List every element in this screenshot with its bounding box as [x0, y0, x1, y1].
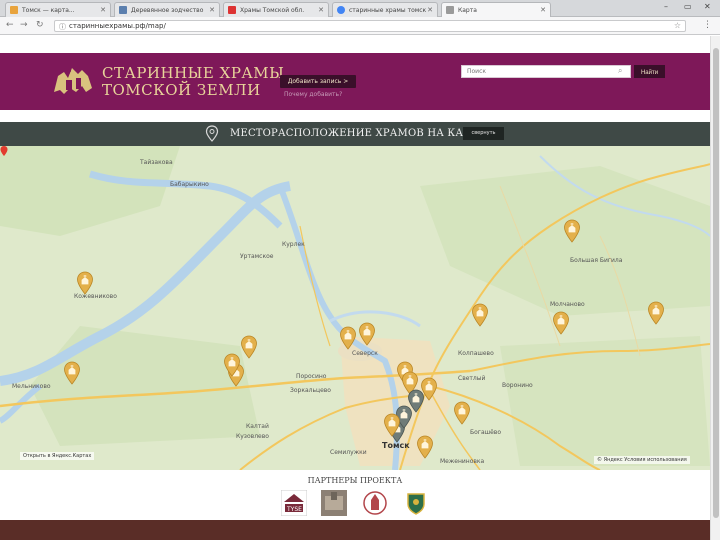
scrollbar-thumb[interactable]	[713, 48, 719, 518]
reload-icon[interactable]: ↻	[36, 20, 44, 30]
place-label: Уртамское	[240, 253, 274, 260]
address-bar: ← → ↻ ⓘ старинныехрамы.рф/map/ ☆ ⋮	[0, 17, 720, 35]
partner-name: TYSE	[286, 506, 302, 513]
tab-favicon-icon	[10, 6, 18, 14]
close-tab-icon[interactable]: ✕	[540, 6, 546, 14]
partner-logo-photo[interactable]	[321, 490, 347, 516]
tab-label: Храмы Томской обл.	[240, 7, 305, 14]
location-pin-icon	[205, 125, 219, 142]
partners-title: ПАРТНЕРЫ ПРОЕКТА	[307, 476, 403, 485]
close-tab-icon[interactable]: ✕	[209, 6, 215, 14]
close-tab-icon[interactable]: ✕	[318, 6, 324, 14]
minimize-icon[interactable]: –	[664, 2, 668, 11]
tab-label: старинные храмы томск	[349, 7, 427, 14]
browser-tab[interactable]: Храмы Томской обл. ✕	[223, 2, 329, 17]
site-header: СТАРИННЫЕ ХРАМЫ ТОМСКОЙ ЗЕМЛИ Добавить з…	[0, 53, 710, 110]
tab-label: Томск — карта...	[22, 7, 75, 14]
place-label: Молчаново	[550, 301, 585, 308]
tab-favicon-icon	[119, 6, 127, 14]
search-input[interactable]	[461, 65, 631, 78]
place-label: Воронино	[502, 382, 533, 389]
map-canvas[interactable]: Мельниково Кожевниково Тайзакова Уртамск…	[0, 146, 710, 470]
place-label: Калтай	[246, 423, 269, 430]
back-icon[interactable]: ←	[6, 20, 14, 30]
place-label: Северск	[352, 350, 378, 357]
map-section-title: МЕСТОРАСПОЛОЖЕНИЕ ХРАМОВ НА КАРТЕ	[230, 128, 485, 139]
footer-bar	[0, 520, 710, 540]
forward-icon[interactable]: →	[20, 20, 28, 30]
url-text: старинныехрамы.рф/map/	[69, 22, 166, 30]
place-label: Кожевниково	[74, 293, 117, 300]
place-label: Курлек	[282, 241, 305, 248]
tab-favicon-icon	[228, 6, 236, 14]
forest-area	[500, 336, 710, 466]
tab-favicon-icon	[337, 6, 345, 14]
place-label: Зоркальцево	[290, 387, 331, 394]
browser-menu-icon[interactable]: ⋮	[703, 20, 712, 30]
map-terms-link[interactable]: © Яндекс Условия использования	[594, 456, 690, 464]
place-label: Колпашево	[458, 350, 494, 357]
partner-logo-crest[interactable]	[403, 490, 429, 516]
tab-favicon-icon	[446, 6, 454, 14]
logo-churches-icon[interactable]	[52, 62, 96, 98]
open-in-yandex-link[interactable]: Открыть в Яндекс.Картах	[20, 452, 95, 460]
browser-tab[interactable]: Деревянное зодчество ✕	[114, 2, 220, 17]
browser-tab-bar: Томск — карта... ✕ Деревянное зодчество …	[0, 0, 720, 18]
place-label: Большая Бигила	[570, 257, 623, 264]
bookmark-star-icon[interactable]: ☆	[674, 21, 681, 30]
place-label: Кузовлево	[236, 433, 269, 440]
place-label: Томск	[382, 441, 410, 450]
add-entry-button[interactable]: Добавить запись >	[280, 75, 356, 88]
place-label: Межениновка	[440, 458, 485, 465]
logo-subtitle[interactable]: ТОМСКОЙ ЗЕМЛИ	[102, 81, 261, 99]
place-label: Бабарыкино	[170, 181, 209, 188]
logo-title[interactable]: СТАРИННЫЕ ХРАМЫ	[102, 64, 284, 82]
map-view[interactable]: Мельниково Кожевниково Тайзакова Уртамск…	[0, 146, 710, 470]
place-label: Богашёво	[470, 429, 501, 436]
place-label: Мельниково	[12, 383, 51, 390]
place-label: Семилужки	[330, 449, 367, 456]
maximize-icon[interactable]: ▭	[684, 2, 692, 11]
partner-logo-tyse[interactable]: TYSE	[281, 490, 307, 516]
browser-tab-active[interactable]: Карта ✕	[441, 2, 551, 18]
page-scrollbar[interactable]	[710, 36, 720, 540]
site-info-icon[interactable]: ⓘ	[59, 22, 66, 32]
close-tab-icon[interactable]: ✕	[100, 6, 106, 14]
place-label: Поросино	[296, 373, 327, 380]
browser-tab[interactable]: старинные храмы томск ✕	[332, 2, 438, 17]
close-tab-icon[interactable]: ✕	[427, 6, 433, 14]
tab-label: Карта	[458, 7, 477, 14]
url-field[interactable]: ⓘ старинныехрамы.рф/map/ ☆	[54, 20, 686, 32]
close-window-icon[interactable]: ✕	[704, 2, 711, 11]
place-label: Тайзакова	[139, 159, 173, 166]
partner-logo-tower[interactable]	[362, 490, 388, 516]
browser-tab[interactable]: Томск — карта... ✕	[5, 2, 111, 17]
place-label: Светлый	[458, 375, 485, 382]
tab-label: Деревянное зодчество	[131, 7, 204, 14]
map-location-icon[interactable]	[0, 146, 8, 156]
collapse-map-button[interactable]: свернуть	[463, 127, 504, 140]
search-icon[interactable]: ⌕	[618, 66, 630, 77]
why-add-link[interactable]: Почему добавить?	[284, 91, 342, 98]
map-title-bar: МЕСТОРАСПОЛОЖЕНИЕ ХРАМОВ НА КАРТЕ сверну…	[0, 122, 710, 146]
search-button[interactable]: Найти	[634, 65, 665, 78]
